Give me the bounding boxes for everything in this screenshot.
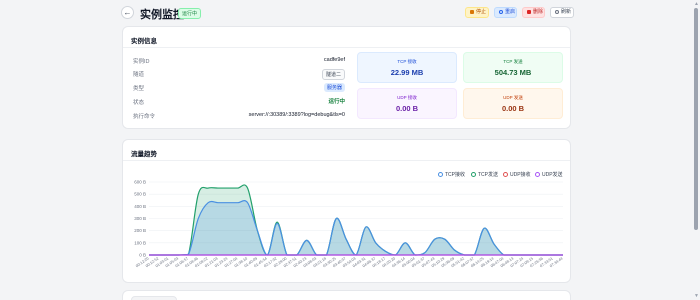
page-scrollbar[interactable]: ▲ ▼ xyxy=(692,0,700,300)
stop-icon xyxy=(470,9,474,14)
stop-label: 停止 xyxy=(476,9,487,15)
stat-value: 22.99 MB xyxy=(390,68,424,77)
traffic-chart[interactable]: 0 B100 B200 B300 B400 B500 B600 B00:12:2… xyxy=(123,140,572,284)
back-button[interactable]: ← xyxy=(121,6,134,19)
arrow-left-icon: ← xyxy=(123,8,132,17)
info-label: 类型 xyxy=(133,86,145,92)
stat-value: 0.00 B xyxy=(395,104,419,113)
udp-send-stat: UDP 发送 0.00 B xyxy=(463,88,563,119)
stat-value: 504.73 MB xyxy=(494,68,532,77)
tcp-send-stat: TCP 发送 504.73 MB xyxy=(463,52,563,83)
y-tick-label: 500 B xyxy=(134,192,146,197)
y-tick-label: 600 B xyxy=(134,180,146,185)
scrollbar-thumb[interactable] xyxy=(694,8,698,230)
y-tick-label: 0 B xyxy=(139,253,146,258)
y-tick-label: 300 B xyxy=(134,216,146,221)
divider xyxy=(123,47,570,48)
info-row-type: 类型 服务器 xyxy=(133,82,345,94)
stop-button[interactable]: 停止 xyxy=(465,7,489,18)
stat-label: UDP 接收 xyxy=(397,95,417,100)
delete-button[interactable]: 删除 xyxy=(522,7,545,18)
info-row-tunnel: 隧道 隧道二 xyxy=(133,68,345,80)
delete-label: 删除 xyxy=(533,9,544,15)
traffic-trend-card: 流量趋势 TCP接收 TCP发送 UDP接收 UDP发送 0 B 100 B 200… xyxy=(122,139,571,283)
y-tick-label: 200 B xyxy=(134,228,146,233)
section-tabs[interactable] xyxy=(131,296,177,300)
status-badge: 运行中 xyxy=(178,8,202,19)
refresh-button[interactable]: 刷新 xyxy=(550,7,574,18)
command-value: server://:30389/:3389?log=debug&tls=0 xyxy=(248,112,345,118)
restart-icon xyxy=(499,9,503,14)
instance-info-card: 实例信息 实例ID cadfe9ef 隧道 隧道二 类型 服务器 状态 运行中 … xyxy=(122,26,571,129)
type-tag: 服务器 xyxy=(323,83,345,92)
tcp-receive-stat: TCP 接收 22.99 MB xyxy=(357,52,457,83)
page-header: ← 实例监控 运行中 停止 重启 删除 刷新 xyxy=(0,0,700,26)
instance-id-value: cadfe9ef xyxy=(323,57,345,63)
y-tick-label: 400 B xyxy=(134,204,146,209)
series-area-0 xyxy=(149,200,563,255)
y-tick-label: 100 B xyxy=(134,240,146,245)
info-label: 实例ID xyxy=(133,59,150,65)
info-label: 执行命令 xyxy=(133,114,156,120)
scroll-down-icon[interactable]: ▼ xyxy=(694,293,699,299)
tunnel-tag: 隧道二 xyxy=(321,69,345,80)
scroll-up-icon[interactable]: ▲ xyxy=(694,1,699,7)
next-section-card xyxy=(122,290,571,300)
refresh-label: 刷新 xyxy=(561,9,572,15)
info-row-instance-id: 实例ID cadfe9ef xyxy=(133,55,345,67)
info-row-command: 执行命令 server://:30389/:3389?log=debug&tls… xyxy=(133,110,345,122)
stat-value: 0.00 B xyxy=(501,104,525,113)
stat-label: TCP 接收 xyxy=(397,59,417,64)
info-label: 状态 xyxy=(133,100,145,106)
info-row-status: 状态 运行中 xyxy=(133,96,345,108)
restart-button[interactable]: 重启 xyxy=(494,7,517,18)
instance-info-title: 实例信息 xyxy=(131,38,157,45)
restart-label: 重启 xyxy=(505,9,516,15)
info-label: 隧道 xyxy=(133,72,145,78)
udp-receive-stat: UDP 接收 0.00 B xyxy=(357,88,457,119)
stat-label: UDP 发送 xyxy=(503,95,523,100)
status-value: 运行中 xyxy=(328,99,345,105)
refresh-icon xyxy=(555,9,559,14)
stat-label: TCP 发送 xyxy=(503,59,523,64)
trash-icon xyxy=(527,9,531,14)
